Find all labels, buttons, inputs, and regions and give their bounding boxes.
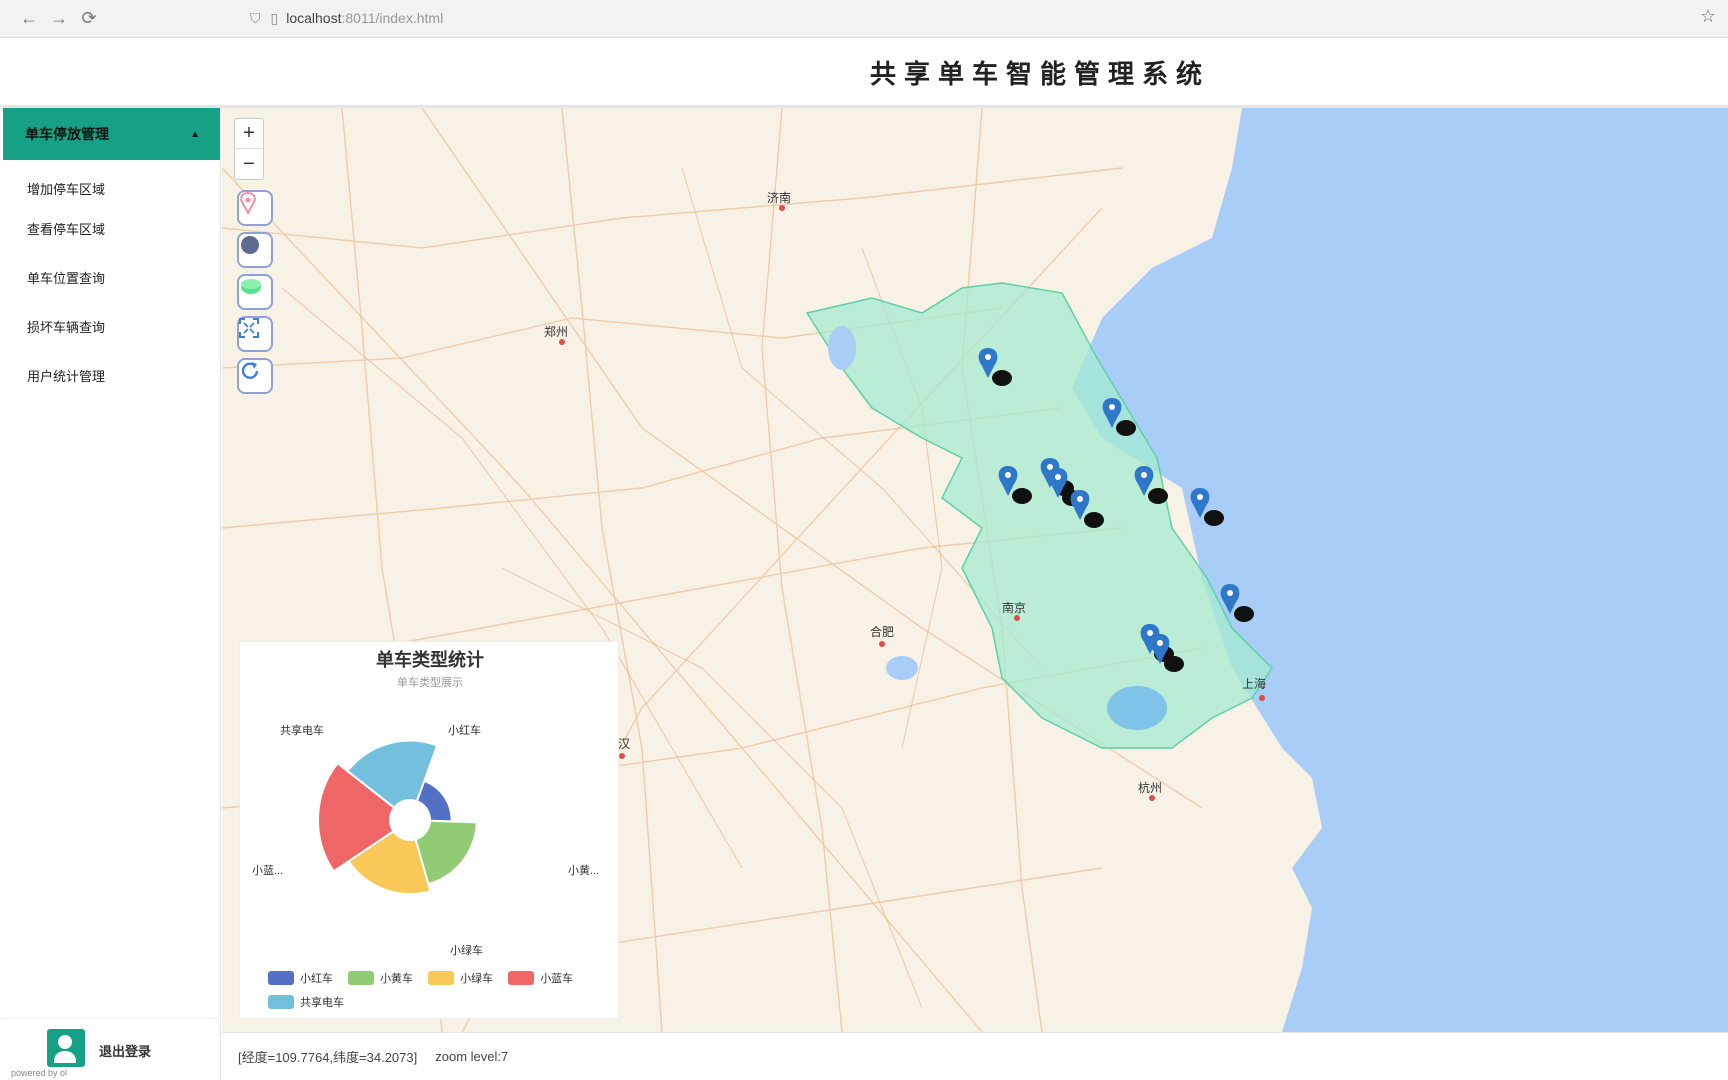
city-label-nanjing: 南京 <box>1002 600 1026 615</box>
legend-item[interactable]: 小蓝车 <box>508 970 573 986</box>
url-text: localhost:8011/index.html <box>286 10 443 26</box>
legend-swatch <box>268 995 294 1009</box>
coordinates-readout: [经度=109.7764,纬度=34.2073] <box>238 1050 418 1065</box>
refresh-button[interactable] <box>237 358 273 394</box>
logout-link[interactable]: 退出登录 <box>99 1041 151 1060</box>
sidebar-item-damaged-bikes[interactable]: 损坏车辆查询 <box>3 318 129 338</box>
hongze-lake <box>828 326 856 370</box>
forward-icon[interactable]: → <box>44 4 74 34</box>
sidebar: 单车停放管理 ▲ 增加停车区域 查看停车区域 单车位置查询 损坏车辆查询 用户统… <box>3 108 221 1080</box>
legend-label: 小黄车 <box>380 973 414 985</box>
chevron-up-icon: ▲ <box>190 128 200 140</box>
address-bar[interactable]: ⛉ ▯ localhost:8011/index.html <box>250 4 1670 32</box>
legend-item[interactable]: 小红车 <box>268 970 333 986</box>
fullscreen-button[interactable] <box>237 316 273 352</box>
page-icon: ▯ <box>270 9 279 26</box>
legend-item[interactable]: 共享电车 <box>268 994 344 1010</box>
zoom-level-readout: zoom level:7 <box>435 1049 509 1064</box>
fullscreen-icon <box>239 318 259 338</box>
bike-type-chart-panel: 单车类型统计 单车类型展示 小红车 小黄... 小绿车 小蓝... 共享电车 小… <box>239 641 619 1019</box>
city-label-hangzhou: 杭州 <box>1138 780 1162 795</box>
city-label-jinan: 济南 <box>767 190 791 205</box>
legend-item[interactable]: 小黄车 <box>348 970 413 986</box>
zoom-control: + − <box>234 118 264 180</box>
legend-label: 小绿车 <box>460 973 494 985</box>
legend-label: 小蓝车 <box>540 973 574 985</box>
zoom-out-button[interactable]: − <box>235 149 263 179</box>
taihu-lake <box>1107 686 1167 730</box>
sidebar-item-user-stats[interactable]: 用户统计管理 <box>3 367 129 387</box>
slice-label-red: 小红车 <box>448 725 481 737</box>
city-label-hefei: 合肥 <box>870 624 894 639</box>
legend-swatch <box>348 971 375 985</box>
slice-label-green: 小绿车 <box>450 945 483 957</box>
location-pin-icon <box>240 192 256 214</box>
legend-swatch <box>268 971 294 985</box>
city-label-zhengzhou: 郑州 <box>544 324 568 339</box>
zoom-in-button[interactable]: + <box>235 119 263 149</box>
browser-toolbar: ← → ⟳ ⛉ ▯ localhost:8011/index.html ☆ <box>0 0 1728 38</box>
status-bar: [经度=109.7764,纬度=34.2073] zoom level:7 <box>222 1032 1728 1080</box>
legend-label: 小红车 <box>300 973 333 985</box>
reload-icon[interactable]: ⟳ <box>74 4 104 34</box>
circle-draw-icon <box>241 236 259 254</box>
legend-swatch <box>508 971 535 985</box>
url-path: :8011/index.html <box>341 10 444 26</box>
sidebar-item-bike-location[interactable]: 单车位置查询 <box>3 269 129 289</box>
slice-label-yellow: 小黄... <box>568 865 600 877</box>
url-host: localhost <box>286 10 342 26</box>
refresh-icon <box>241 362 259 379</box>
attribution-text: powered by ol <box>11 1068 68 1078</box>
sidebar-group-header[interactable]: 单车停放管理 ▲ <box>3 108 220 160</box>
legend-label: 共享电车 <box>300 997 344 1009</box>
city-label-shanghai: 上海 <box>1242 676 1266 691</box>
app-header: 共享单车智能管理系统 <box>0 38 1728 108</box>
chaohu-lake <box>886 656 918 680</box>
legend-item[interactable]: 小绿车 <box>428 970 493 986</box>
chart-title: 单车类型统计 <box>376 650 484 670</box>
legend-swatch <box>428 971 455 985</box>
layer-icon <box>241 279 261 294</box>
slice-label-ebike: 共享电车 <box>280 725 324 737</box>
sidebar-group-label: 单车停放管理 <box>25 126 109 142</box>
location-pin-button[interactable] <box>237 190 273 226</box>
shield-icon: ⛉ <box>250 9 261 26</box>
avatar[interactable] <box>47 1029 85 1067</box>
sidebar-item-view-area[interactable]: 查看停车区域 <box>3 220 129 240</box>
layer-button[interactable] <box>237 274 273 310</box>
sidebar-item-add-area[interactable]: 增加停车区域 <box>3 180 129 200</box>
back-icon[interactable]: ← <box>14 4 44 34</box>
page-title: 共享单车智能管理系统 <box>870 59 1211 89</box>
circle-draw-button[interactable] <box>237 232 273 268</box>
bookmark-star-icon[interactable]: ☆ <box>1700 6 1716 27</box>
slice-label-blue: 小蓝... <box>252 865 284 877</box>
chart-legend: 小红车 小黄车 小绿车 小蓝车 共享电车 <box>268 970 598 1018</box>
